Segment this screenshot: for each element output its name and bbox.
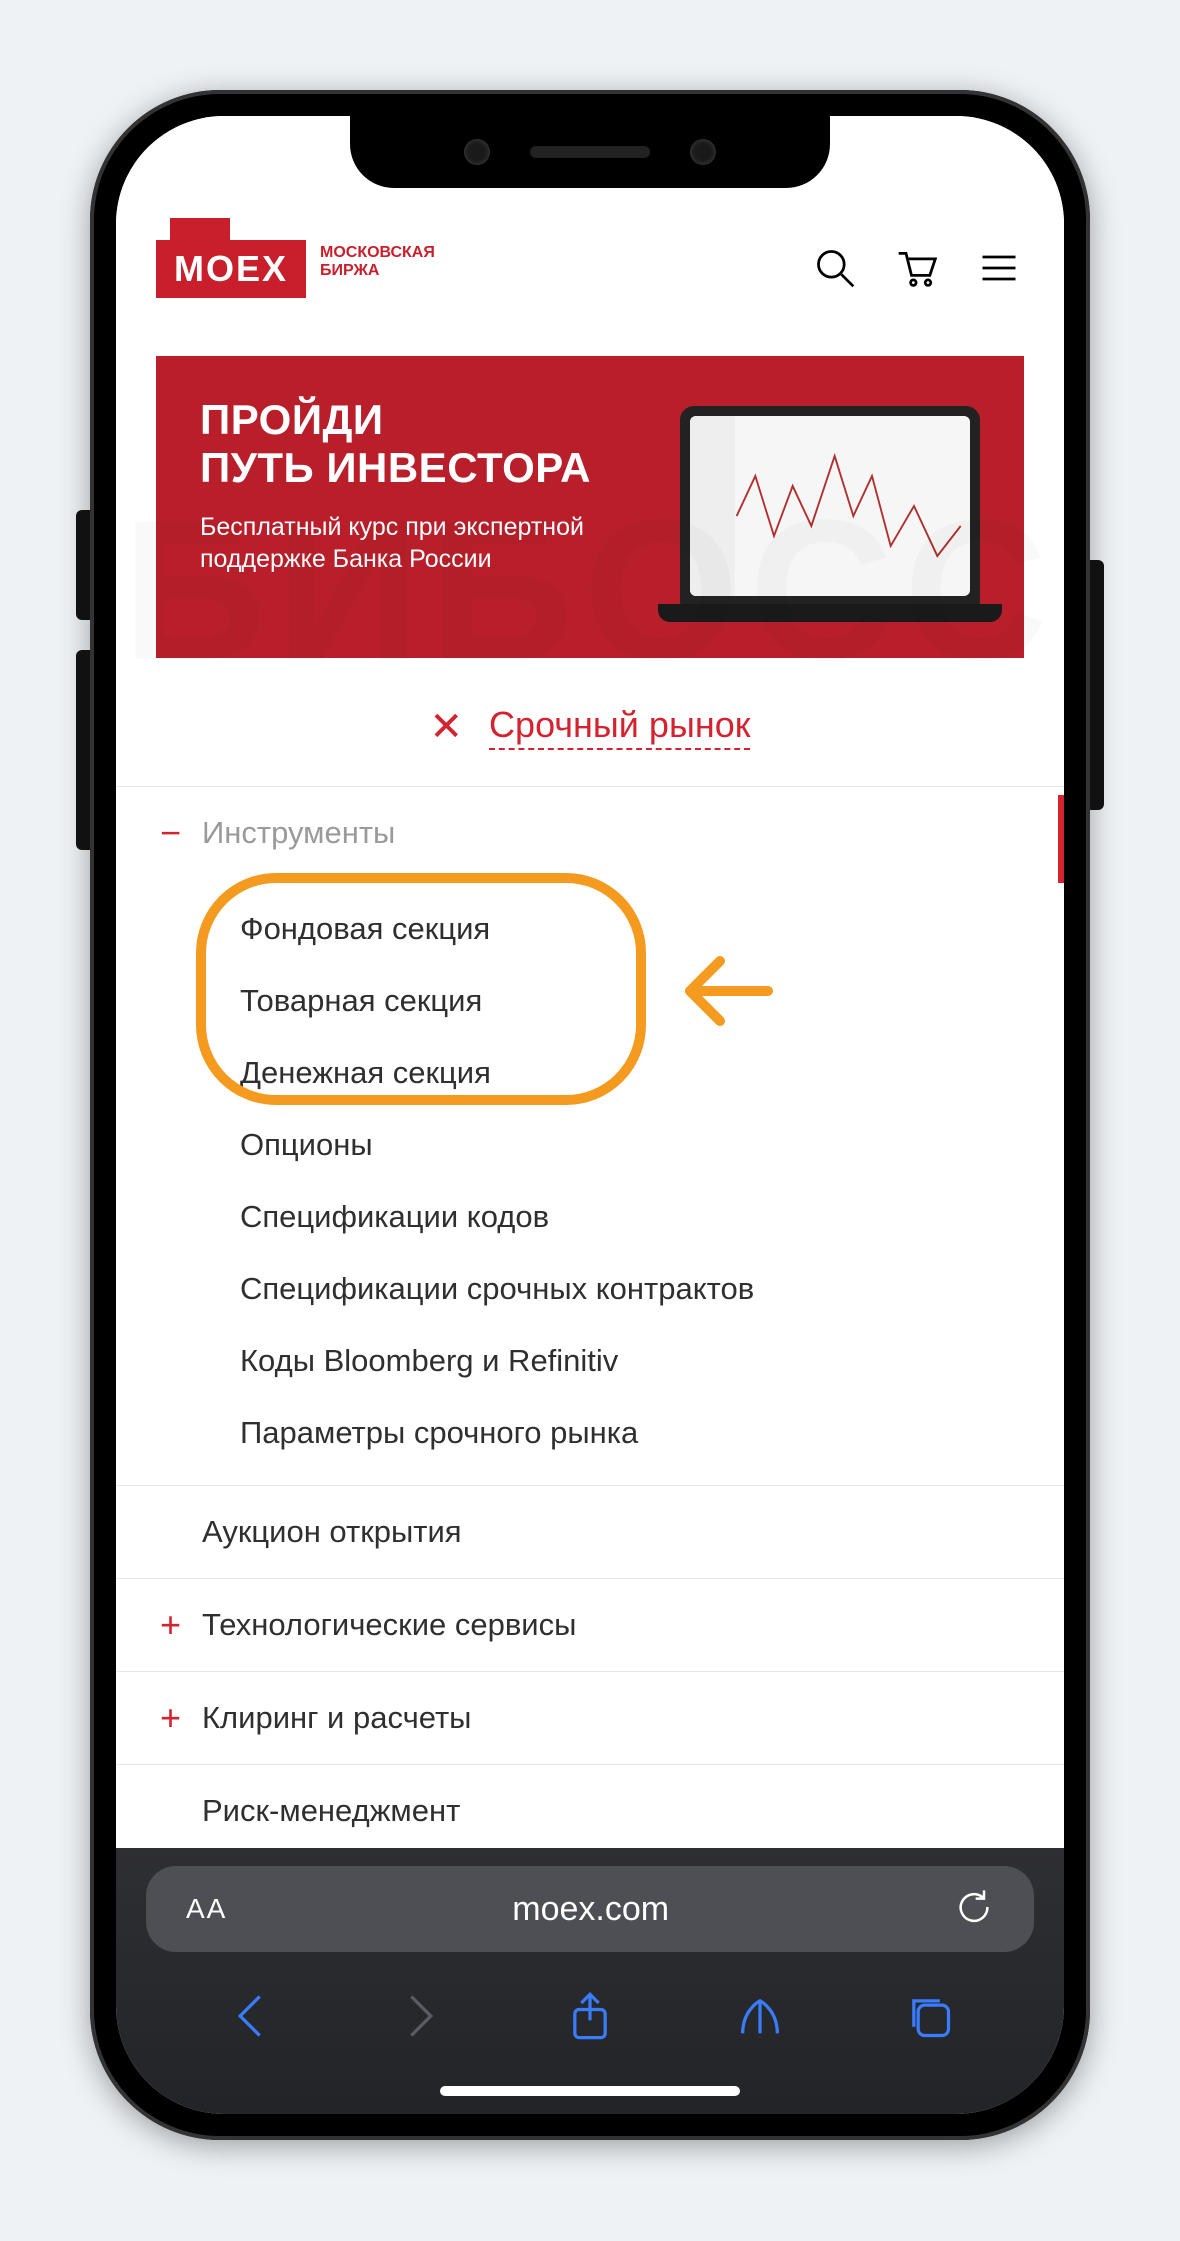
close-icon[interactable]: ✕ [430, 704, 464, 750]
address-bar[interactable]: AА moex.com [146, 1866, 1034, 1952]
logo[interactable]: MOEX МОСКОВСКАЯ БИРЖА [156, 234, 435, 302]
bookmarks-icon[interactable] [730, 1986, 790, 2046]
tabs-icon[interactable] [899, 1986, 959, 2046]
back-button[interactable] [221, 1986, 281, 2046]
expand-icon: + [160, 1607, 202, 1643]
logo-text: MOEX [156, 240, 306, 298]
submenu-item[interactable]: Денежная секция [240, 1037, 1064, 1109]
phone-screen: MOEX МОСКОВСКАЯ БИРЖА [116, 116, 1064, 2114]
home-indicator[interactable] [440, 2086, 740, 2096]
reload-icon[interactable] [954, 1887, 994, 1932]
notch [350, 116, 830, 188]
phone-frame: MOEX МОСКОВСКАЯ БИРЖА [90, 90, 1090, 2140]
site-header: MOEX МОСКОВСКАЯ БИРЖА [116, 216, 1064, 332]
expand-icon: + [160, 1700, 202, 1736]
menu-item[interactable]: + Клиринг и расчеты [116, 1672, 1064, 1765]
menu-item-instruments[interactable]: − Инструменты [116, 787, 1064, 879]
browser-chrome: AА moex.com [116, 1848, 1064, 2114]
menu-item[interactable]: + Аукцион открытия [116, 1486, 1064, 1579]
menu-item[interactable]: + Технологические сервисы [116, 1579, 1064, 1672]
promo-banner[interactable]: ПРОЙДИ ПУТЬ ИНВЕСТОРА Бесплатный курс пр… [156, 356, 1024, 658]
cart-icon[interactable] [892, 243, 942, 293]
browser-toolbar [146, 1952, 1034, 2104]
logo-tagline: МОСКОВСКАЯ БИРЖА [320, 244, 435, 279]
banner-subtitle: Бесплатный курс при экспертной поддержке… [200, 511, 620, 576]
url-label: moex.com [512, 1890, 669, 1929]
menu-icon[interactable] [974, 243, 1024, 293]
text-size-button[interactable]: AА [186, 1893, 227, 1925]
submenu-item[interactable]: Товарная секция [240, 965, 1064, 1037]
submenu-item[interactable]: Фондовая секция [240, 893, 1064, 965]
page-content: MOEX МОСКОВСКАЯ БИРЖА [116, 116, 1064, 1848]
share-icon[interactable] [560, 1986, 620, 2046]
submenu-item[interactable]: Параметры срочного рынка [240, 1397, 1064, 1469]
banner-illustration [680, 406, 980, 606]
submenu-item[interactable]: Спецификации кодов [240, 1181, 1064, 1253]
section-menu: − Инструменты Фондовая секция Товарная с… [116, 786, 1064, 1848]
section-label[interactable]: Срочный рынок [489, 704, 750, 750]
submenu-item[interactable]: Опционы [240, 1109, 1064, 1181]
banner-title: ПРОЙДИ ПУТЬ ИНВЕСТОРА [200, 396, 680, 493]
collapse-icon: − [160, 815, 202, 851]
section-selector[interactable]: ✕ Срочный рынок [116, 658, 1064, 786]
annotation-arrow-icon [676, 941, 776, 1046]
logo-mark: MOEX [156, 234, 306, 302]
submenu-item[interactable]: Спецификации срочных контрактов [240, 1253, 1064, 1325]
menu-item[interactable]: + Риск-менеджмент [116, 1765, 1064, 1848]
forward-button [390, 1986, 450, 2046]
submenu-instruments: Фондовая секция Товарная секция Денежная… [116, 879, 1064, 1485]
submenu-item[interactable]: Коды Bloomberg и Refinitiv [240, 1325, 1064, 1397]
search-icon[interactable] [810, 243, 860, 293]
